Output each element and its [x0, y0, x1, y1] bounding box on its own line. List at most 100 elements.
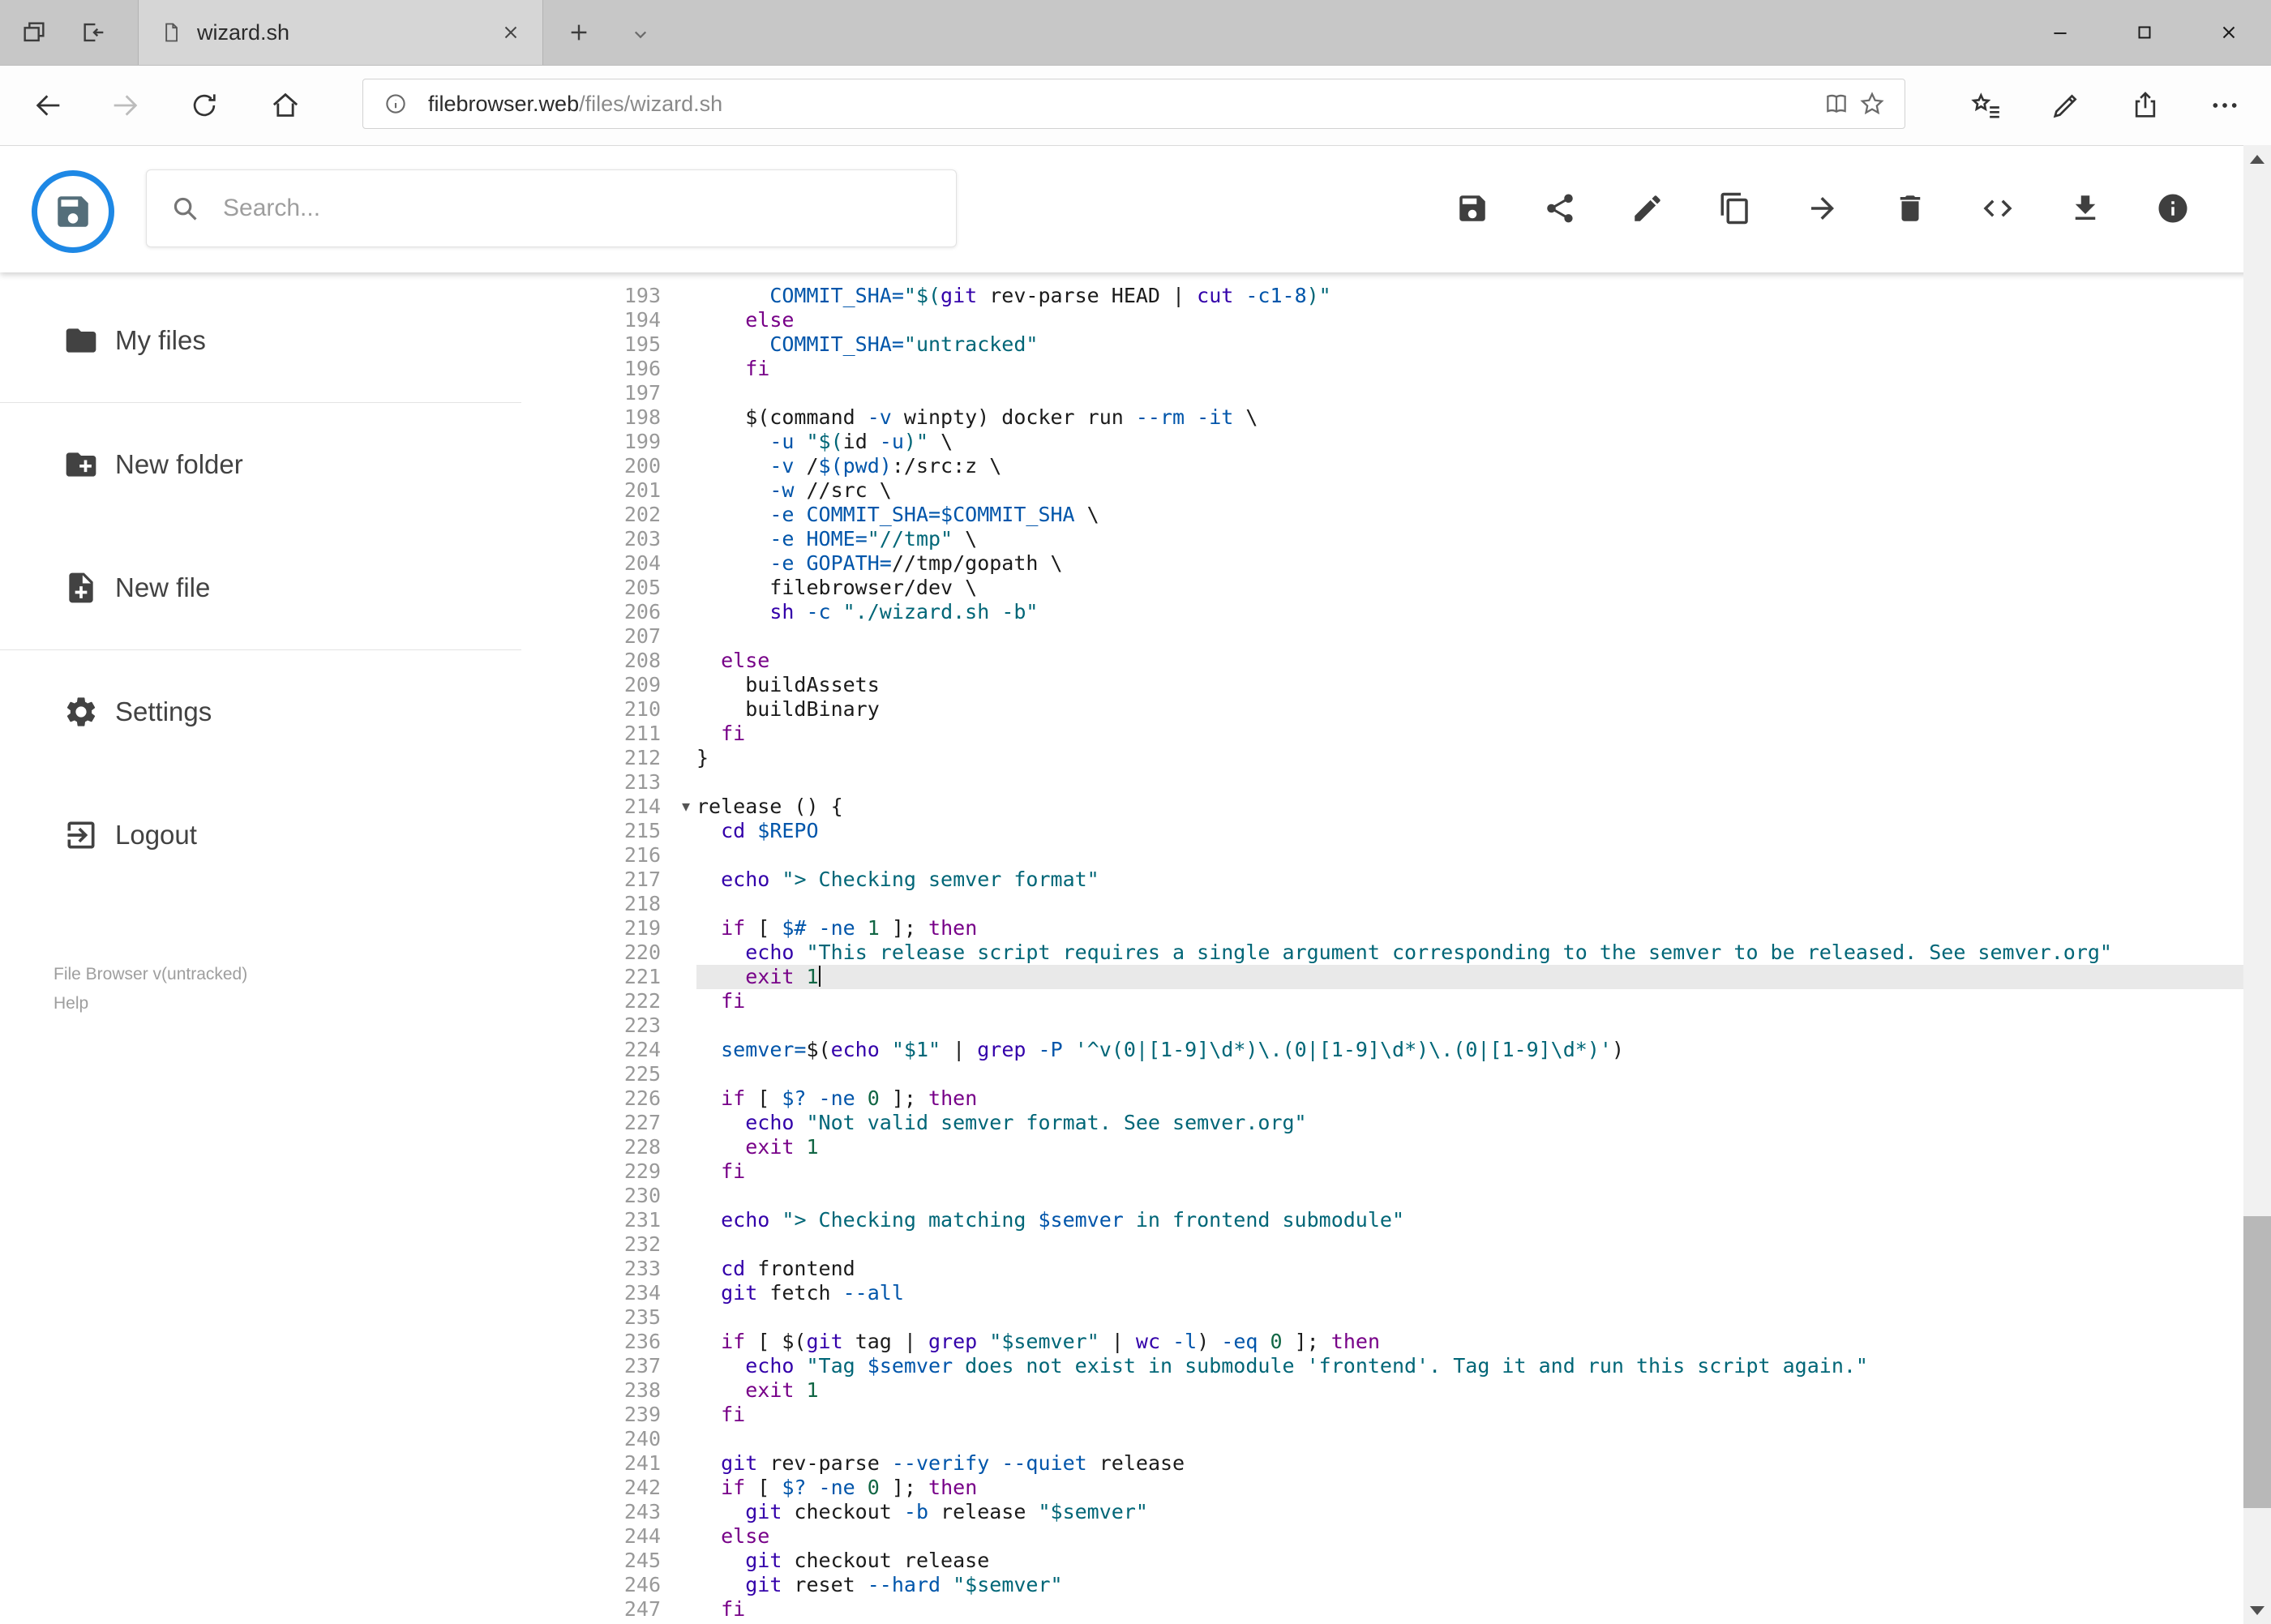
back-icon[interactable]: [31, 88, 66, 123]
sidebar-item-logout[interactable]: Logout: [0, 773, 521, 897]
code-line[interactable]: 243 git checkout -b release "$semver": [521, 1500, 2243, 1524]
code-line[interactable]: 228 exit 1: [521, 1135, 2243, 1159]
info-button[interactable]: [2155, 191, 2191, 226]
fold-marker-icon[interactable]: ▾: [682, 794, 690, 818]
code-line[interactable]: 227 echo "Not valid semver format. See s…: [521, 1111, 2243, 1135]
code-line[interactable]: 225: [521, 1062, 2243, 1086]
save-button[interactable]: [1455, 191, 1490, 226]
tab-preview-icon[interactable]: [18, 16, 50, 49]
code-line[interactable]: 222 fi: [521, 989, 2243, 1013]
share-icon[interactable]: [2127, 88, 2163, 123]
code-line[interactable]: 211 fi: [521, 722, 2243, 746]
code-line[interactable]: 232: [521, 1232, 2243, 1257]
share-button[interactable]: [1542, 191, 1578, 226]
tab-preview-chevron-icon[interactable]: [623, 19, 658, 49]
new-tab-button[interactable]: [561, 16, 597, 49]
help-link[interactable]: Help: [54, 989, 521, 1018]
edit-source-button[interactable]: [1980, 191, 2016, 226]
code-line[interactable]: 223: [521, 1013, 2243, 1038]
forward-icon[interactable]: [107, 88, 143, 123]
home-icon[interactable]: [268, 88, 303, 123]
code-line[interactable]: 200 -v /$(pwd):/src:z \: [521, 454, 2243, 478]
code-line[interactable]: 242 if [ $? -ne 0 ]; then: [521, 1476, 2243, 1500]
code-line[interactable]: 221 exit 1: [521, 965, 2243, 989]
sidebar-item-my-files[interactable]: My files: [0, 279, 521, 402]
scroll-down-arrow[interactable]: [2243, 1596, 2271, 1624]
scrollbar-thumb[interactable]: [2243, 1216, 2271, 1508]
code-line[interactable]: 195 COMMIT_SHA="untracked": [521, 332, 2243, 357]
web-note-icon[interactable]: [2048, 88, 2084, 123]
code-line[interactable]: 216: [521, 843, 2243, 868]
code-line[interactable]: 244 else: [521, 1524, 2243, 1549]
code-line[interactable]: 229 fi: [521, 1159, 2243, 1184]
code-line[interactable]: 235: [521, 1305, 2243, 1330]
code-line[interactable]: 210 buildBinary: [521, 697, 2243, 722]
code-line[interactable]: 208 else: [521, 649, 2243, 673]
sidebar-item-new-file[interactable]: New file: [0, 526, 521, 649]
code-line[interactable]: 240: [521, 1427, 2243, 1451]
code-line[interactable]: 230: [521, 1184, 2243, 1208]
code-line[interactable]: 199 -u "$(id -u)" \: [521, 430, 2243, 454]
maximize-button[interactable]: [2102, 0, 2187, 65]
code-line[interactable]: 215 cd $REPO: [521, 819, 2243, 843]
code-line[interactable]: 239 fi: [521, 1403, 2243, 1427]
code-line[interactable]: 204 -e GOPATH=//tmp/gopath \: [521, 551, 2243, 576]
code-line[interactable]: 241 git rev-parse --verify --quiet relea…: [521, 1451, 2243, 1476]
download-button[interactable]: [2067, 191, 2103, 226]
more-icon[interactable]: [2207, 88, 2243, 123]
minimize-button[interactable]: [2018, 0, 2102, 65]
refresh-icon[interactable]: [186, 88, 222, 123]
code-line[interactable]: 231 echo "> Checking matching $semver in…: [521, 1208, 2243, 1232]
code-line[interactable]: 246 git reset --hard "$semver": [521, 1573, 2243, 1597]
code-line[interactable]: 205 filebrowser/dev \: [521, 576, 2243, 600]
reading-view-icon[interactable]: [1819, 86, 1854, 122]
app-logo[interactable]: [32, 170, 114, 253]
code-line[interactable]: 245 git checkout release: [521, 1549, 2243, 1573]
code-editor[interactable]: 193 COMMIT_SHA="$(git rev-parse HEAD | c…: [521, 272, 2243, 1624]
code-line[interactable]: 234 git fetch --all: [521, 1281, 2243, 1305]
code-line[interactable]: 194 else: [521, 308, 2243, 332]
code-line[interactable]: 219 if [ $# -ne 1 ]; then: [521, 916, 2243, 941]
code-line[interactable]: 226 if [ $? -ne 0 ]; then: [521, 1086, 2243, 1111]
sidebar-item-new-folder[interactable]: New folder: [0, 403, 521, 526]
url-field[interactable]: filebrowser.web/files/wizard.sh: [362, 79, 1905, 129]
code-line[interactable]: 206 sh -c "./wizard.sh -b": [521, 600, 2243, 624]
set-tabs-aside-icon[interactable]: [78, 16, 110, 49]
rename-button[interactable]: [1630, 191, 1665, 226]
hub-icon[interactable]: [1969, 88, 2004, 123]
code-line[interactable]: 233 cd frontend: [521, 1257, 2243, 1281]
browser-tab[interactable]: wizard.sh: [138, 0, 543, 65]
tab-close-icon[interactable]: [500, 22, 521, 43]
code-line[interactable]: 236 if [ $(git tag | grep "$semver" | wc…: [521, 1330, 2243, 1354]
close-button[interactable]: [2187, 0, 2271, 65]
code-line[interactable]: 213: [521, 770, 2243, 795]
code-line[interactable]: 209 buildAssets: [521, 673, 2243, 697]
code-line[interactable]: 203 -e HOME="//tmp" \: [521, 527, 2243, 551]
code-line[interactable]: 217 echo "> Checking semver format": [521, 868, 2243, 892]
code-line[interactable]: 202 -e COMMIT_SHA=$COMMIT_SHA \: [521, 503, 2243, 527]
code-line[interactable]: 197: [521, 381, 2243, 405]
delete-button[interactable]: [1892, 191, 1928, 226]
code-line[interactable]: 196 fi: [521, 357, 2243, 381]
code-line[interactable]: 224 semver=$(echo "$1" | grep -P '^v(0|[…: [521, 1038, 2243, 1062]
copy-button[interactable]: [1717, 191, 1753, 226]
move-button[interactable]: [1805, 191, 1840, 226]
code-line[interactable]: 207: [521, 624, 2243, 649]
scroll-up-arrow[interactable]: [2243, 145, 2271, 173]
code-line[interactable]: 220 echo "This release script requires a…: [521, 941, 2243, 965]
code-line[interactable]: 198 $(command -v winpty) docker run --rm…: [521, 405, 2243, 430]
code-line[interactable]: 218: [521, 892, 2243, 916]
search-input[interactable]: [221, 194, 933, 223]
site-info-icon[interactable]: [378, 86, 413, 122]
code-line[interactable]: 238 exit 1: [521, 1378, 2243, 1403]
code-line[interactable]: 193 COMMIT_SHA="$(git rev-parse HEAD | c…: [521, 284, 2243, 308]
code-line[interactable]: 201 -w //src \: [521, 478, 2243, 503]
code-line[interactable]: 247 fi: [521, 1597, 2243, 1622]
sidebar-item-settings[interactable]: Settings: [0, 650, 521, 773]
favorite-star-icon[interactable]: [1854, 86, 1890, 122]
code-line[interactable]: 212}: [521, 746, 2243, 770]
code-line[interactable]: 237 echo "Tag $semver does not exist in …: [521, 1354, 2243, 1378]
search-box[interactable]: [146, 169, 957, 247]
page-scrollbar[interactable]: [2243, 145, 2271, 1624]
code-line[interactable]: 214 ▾ release () {: [521, 795, 2243, 819]
